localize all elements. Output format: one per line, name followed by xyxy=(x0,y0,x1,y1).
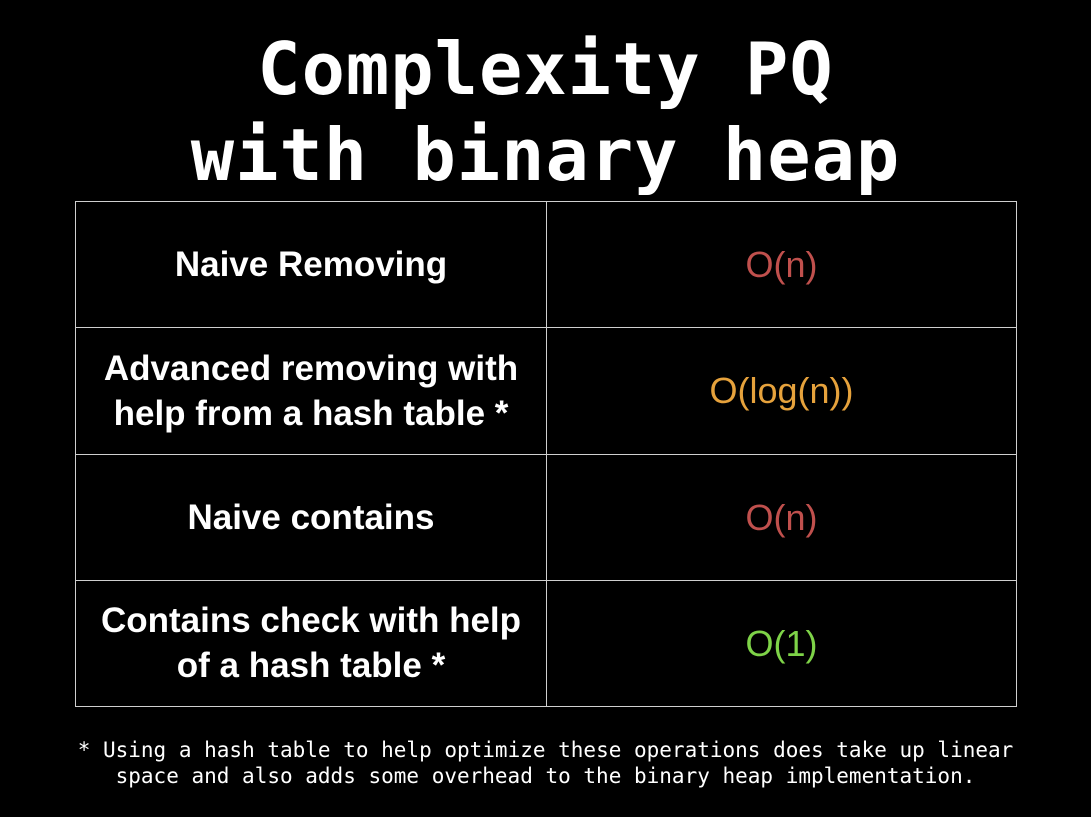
table-row: Naive Removing O(n) xyxy=(75,200,1017,329)
operation-label: Contains check with help of a hash table… xyxy=(100,601,522,686)
operation-cell: Naive contains xyxy=(75,453,547,581)
slide-title: Complexity PQ with binary heap xyxy=(0,26,1091,198)
operation-cell: Contains check with help of a hash table… xyxy=(75,579,547,708)
table-row: Naive contains O(n) xyxy=(75,453,1017,581)
table-row: Advanced removing with help from a hash … xyxy=(75,327,1017,455)
operation-label: Advanced removing with help from a hash … xyxy=(103,348,519,433)
complexity-table: Naive Removing O(n) Advanced removing wi… xyxy=(75,200,1017,708)
table-row: Contains check with help of a hash table… xyxy=(75,579,1017,708)
footnote-line-1: * Using a hash table to help optimize th… xyxy=(77,738,1014,762)
operation-cell: Advanced removing with help from a hash … xyxy=(75,327,547,455)
complexity-cell: O(n) xyxy=(546,453,1017,581)
complexity-cell: O(n) xyxy=(546,200,1017,329)
footnote: * Using a hash table to help optimize th… xyxy=(10,737,1081,789)
complexity-cell: O(1) xyxy=(546,579,1017,708)
complexity-cell: O(log(n)) xyxy=(546,327,1017,455)
footnote-line-2: space and also adds some overhead to the… xyxy=(115,764,976,788)
operation-cell: Naive Removing xyxy=(75,200,547,329)
title-line-2: with binary heap xyxy=(190,113,901,197)
title-line-1: Complexity PQ xyxy=(257,27,834,111)
